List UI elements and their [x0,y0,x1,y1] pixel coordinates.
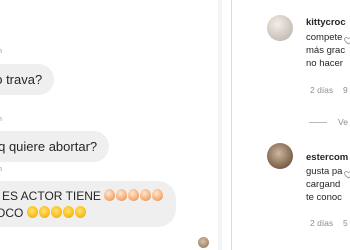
laughing-emoji-icon [74,206,86,218]
view-replies-link[interactable]: Ve [338,117,348,127]
comments-panel: kittycroc compete más grac no hacer 2 dí… [232,0,350,250]
message-sender-label: n [0,116,2,123]
message-bubble[interactable]: no trava? [0,64,55,95]
comment-text: compete [306,32,343,43]
comment-time: 2 días [310,218,334,228]
message-sender-label: n [0,166,2,173]
laughing-emoji-icon [26,206,38,218]
chat-panel: n no trava? n s q quiere abortar? n IZ E… [0,0,222,250]
avatar[interactable] [267,143,293,169]
egg-emoji-icon [104,189,116,201]
comment-time: 2 días [310,85,334,95]
chat-scrollbar[interactable] [218,0,222,250]
comment-text: no hacer [306,58,343,69]
comment-text: te conoc [306,192,342,203]
message-text: no trava? [0,72,43,87]
message-sender-label: n [0,48,2,55]
message-text: POCO [0,206,24,220]
comment-text: más grac [306,45,346,56]
laughing-emoji-group [26,206,87,220]
message-text: s q quiere abortar? [0,139,98,154]
avatar[interactable] [267,15,293,41]
laughing-emoji-icon [38,206,50,218]
egg-emoji-group [104,189,164,203]
egg-emoji-icon [152,189,164,201]
laughing-emoji-icon [50,206,62,218]
comment-text: cargand [306,179,341,190]
seen-avatar [197,236,210,249]
egg-emoji-icon [140,189,152,201]
comment-like-count[interactable]: 5 [343,218,348,228]
comment-username[interactable]: estercom [306,152,348,163]
heart-icon[interactable] [344,170,350,179]
egg-emoji-icon [128,189,140,201]
comment-username[interactable]: kittycroc [306,17,346,28]
heart-icon[interactable] [344,36,350,45]
message-bubble[interactable]: IZ ES ACTOR TIENE POCO [0,181,177,227]
comment-like-count[interactable]: 9 [343,85,348,95]
laughing-emoji-icon [62,206,74,218]
comment-text: gusta pa [306,166,343,177]
view-replies-line [309,122,327,123]
message-text: IZ ES ACTOR TIENE [0,189,101,203]
egg-emoji-icon [116,189,128,201]
message-bubble[interactable]: s q quiere abortar? [0,131,110,162]
